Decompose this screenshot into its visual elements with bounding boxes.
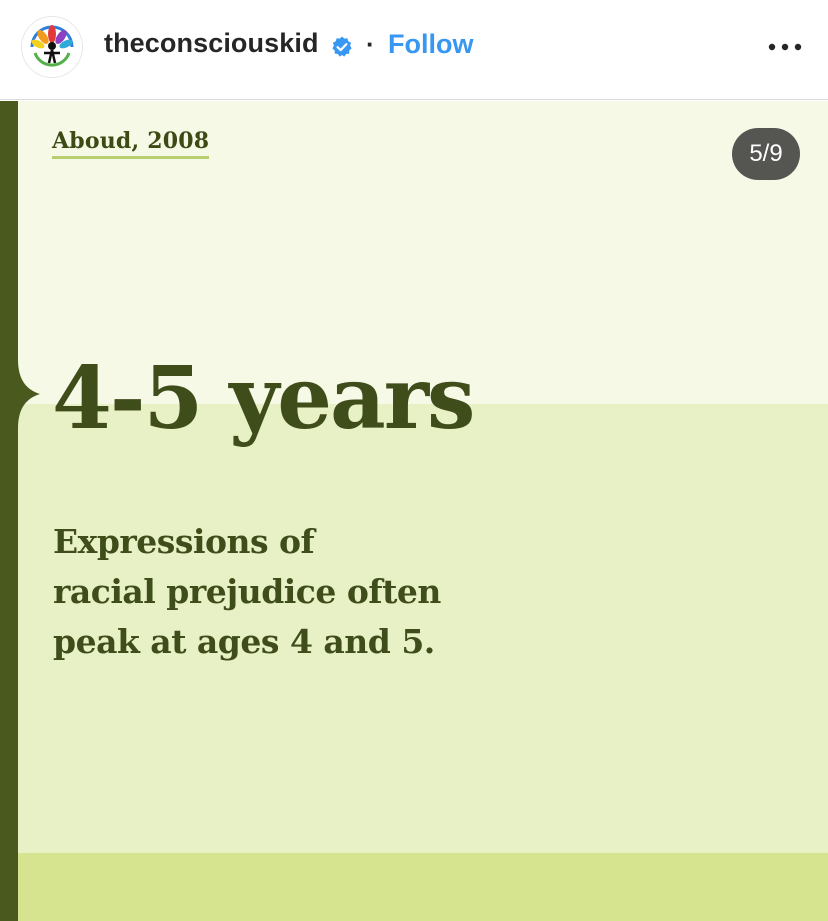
citation-label: Aboud, 2008 — [52, 128, 210, 159]
more-options-icon[interactable] — [763, 30, 807, 64]
username[interactable]: theconsciouskid — [104, 28, 319, 59]
carousel-counter: 5/9 — [732, 128, 800, 180]
left-accent-bar — [0, 101, 18, 921]
headline: 4-5 years — [52, 348, 475, 449]
post-header: theconsciouskid · Follow — [0, 0, 828, 100]
follow-button[interactable]: Follow — [388, 29, 473, 60]
bar-notch-shape — [0, 359, 40, 429]
avatar[interactable] — [21, 16, 83, 78]
background-band-bottom — [0, 853, 828, 921]
separator-dot: · — [366, 29, 375, 59]
verified-badge-icon — [332, 36, 352, 57]
body-line: Expressions of — [53, 522, 315, 561]
body-line: peak at ages 4 and 5. — [53, 622, 435, 661]
body-line: racial prejudice often — [53, 572, 441, 611]
body-text: Expressions of racial prejudice often pe… — [53, 517, 573, 667]
logo-icon — [22, 17, 82, 77]
post-image[interactable]: Aboud, 2008 5/9 4-5 years Expressions of… — [0, 101, 828, 921]
